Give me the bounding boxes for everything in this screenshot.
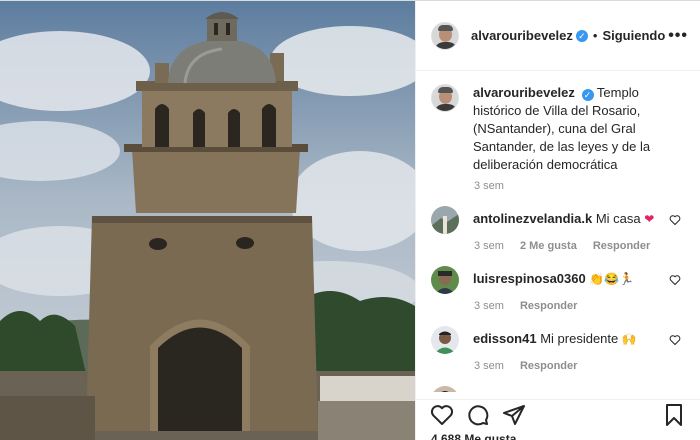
comment-username[interactable]: yalilehellal (473, 391, 539, 392)
commenter-avatar[interactable] (431, 266, 459, 294)
more-options-icon[interactable]: ••• (668, 27, 688, 45)
comment-username[interactable]: luisrespinosa0360 (473, 271, 586, 286)
like-comment-heart-icon[interactable] (669, 274, 681, 286)
comment-username[interactable]: edisson41 (473, 331, 537, 346)
caption-time[interactable]: 3 sem (474, 180, 504, 192)
comment-text-block: yalilehellal 👏👏👏👏👏👏❤ (473, 386, 678, 392)
comment-meta: 3 sem 2 Me gusta Responder (474, 240, 685, 252)
comment-item: edisson41 Mi presidente 🙌 (431, 326, 685, 354)
comment-icon[interactable] (466, 403, 490, 427)
comment-text-block: antolinezvelandia.k Mi casa ❤ (473, 206, 678, 228)
church-tower-image (0, 1, 415, 440)
post-actions-bar (416, 399, 700, 429)
comment-emoji: 👏😂🏃 (589, 272, 635, 286)
comment-text: Mi casa (595, 211, 641, 226)
author-avatar[interactable] (431, 21, 459, 50)
comment-emoji: 🙌 (621, 332, 637, 346)
comment-time[interactable]: 3 sem (474, 360, 504, 372)
caption-meta: 3 sem (474, 180, 685, 192)
comments-list[interactable]: alvarouribevelez ✓ Templo histórico de V… (416, 72, 700, 392)
like-comment-heart-icon[interactable] (669, 214, 681, 226)
reply-button[interactable]: Responder (520, 300, 577, 312)
post-side-panel: alvarouribevelez ✓ • Siguiendo ••• alvar… (415, 1, 700, 440)
comment-time[interactable]: 3 sem (474, 300, 504, 312)
instagram-post: alvarouribevelez ✓ • Siguiendo ••• alvar… (0, 0, 700, 440)
bookmark-icon[interactable] (662, 403, 686, 427)
like-comment-heart-icon[interactable] (669, 334, 681, 346)
post-caption: alvarouribevelez ✓ Templo histórico de V… (431, 84, 685, 174)
comment-username[interactable]: antolinezvelandia.k (473, 211, 592, 226)
comment-item: luisrespinosa0360 👏😂🏃 (431, 266, 685, 294)
commenter-avatar[interactable] (431, 326, 459, 354)
post-photo[interactable] (0, 1, 415, 440)
following-button[interactable]: Siguiendo (602, 28, 665, 43)
post-header: alvarouribevelez ✓ • Siguiendo ••• (416, 1, 700, 71)
commenter-avatar[interactable] (431, 386, 459, 392)
author-username[interactable]: alvarouribevelez (471, 28, 573, 43)
comment-likes[interactable]: 2 Me gusta (520, 240, 577, 252)
caption-verified-icon: ✓ (581, 89, 594, 101)
reply-button[interactable]: Responder (593, 240, 650, 252)
verified-badge-icon: ✓ (575, 29, 588, 42)
caption-username[interactable]: alvarouribevelez (473, 85, 575, 100)
comment-text-block: edisson41 Mi presidente 🙌 (473, 326, 678, 348)
commenter-avatar[interactable] (431, 206, 459, 234)
share-icon[interactable] (502, 403, 526, 427)
likes-count[interactable]: 4.688 Me gusta (431, 432, 516, 440)
comment-time[interactable]: 3 sem (474, 240, 504, 252)
comment-emoji: ❤ (644, 212, 655, 226)
comment-meta: 3 sem Responder (474, 300, 685, 312)
heart-icon[interactable] (430, 403, 454, 427)
comment-meta: 3 sem Responder (474, 360, 685, 372)
caption-text-block: alvarouribevelez ✓ Templo histórico de V… (473, 84, 685, 174)
comment-text-block: luisrespinosa0360 👏😂🏃 (473, 266, 678, 288)
comment-item: antolinezvelandia.k Mi casa ❤ (431, 206, 685, 234)
comment-item: yalilehellal 👏👏👏👏👏👏❤ (431, 386, 685, 392)
reply-button[interactable]: Responder (520, 360, 577, 372)
comment-text: Mi presidente (540, 331, 619, 346)
separator-dot: • (592, 28, 598, 43)
caption-author-avatar[interactable] (431, 84, 459, 112)
